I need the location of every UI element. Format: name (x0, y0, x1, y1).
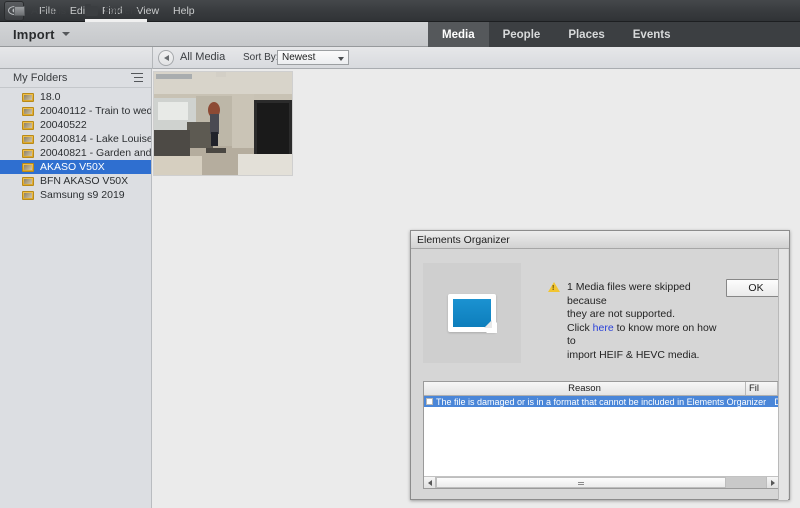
hamburger-menu-icon[interactable] (131, 73, 143, 82)
sub-toolbar (0, 47, 800, 69)
elements-organizer-dialog: Elements Organizer 1 Media files were sk… (410, 230, 790, 500)
folder-icon (22, 177, 34, 186)
folder-item[interactable]: Samsung s9 2019 (0, 188, 151, 202)
ok-button[interactable]: OK (726, 279, 786, 297)
media-placeholder-icon (448, 294, 496, 332)
tab-people[interactable]: People (489, 22, 555, 47)
folder-item-label: 20040814 - Lake Louise Mic... (40, 133, 151, 145)
chevron-left-icon (164, 55, 169, 61)
folder-icon (22, 163, 34, 172)
back-button[interactable] (158, 50, 174, 66)
scrollbar-track[interactable] (436, 477, 766, 488)
folder-item-label: 20040522 (40, 119, 87, 131)
warning-line-3: Click here to know more on how to (567, 322, 728, 349)
row-expand-checkbox[interactable] (426, 398, 433, 405)
folder-item-label: 20040821 - Garden and yar... (40, 147, 151, 159)
tab-media[interactable]: Media (428, 22, 489, 47)
tab-places[interactable]: Places (554, 22, 618, 47)
warning-line-2: they are not supported. (567, 308, 728, 322)
folder-item-selected[interactable]: AKASO V50X (0, 160, 151, 174)
folder-item[interactable]: 20040821 - Garden and yar... (0, 146, 151, 160)
folder-item[interactable]: 20040814 - Lake Louise Mic... (0, 132, 151, 146)
skipped-files-table: Reason Fil The file is damaged or is in … (423, 381, 779, 489)
folder-icon (22, 107, 34, 116)
breadcrumb: All Media (180, 51, 225, 63)
dialog-title: Elements Organizer (417, 234, 510, 246)
warning-triangle-icon (548, 282, 560, 292)
arrow-right-icon[interactable] (766, 477, 778, 488)
chevron-down-icon (338, 57, 344, 61)
import-button-label[interactable]: Import (13, 27, 55, 42)
folder-icon (22, 135, 34, 144)
table-horizontal-scrollbar[interactable] (424, 476, 778, 488)
folder-icon (22, 121, 34, 130)
folder-item[interactable]: 20040522 (0, 118, 151, 132)
dialog-vertical-scrollbar[interactable] (778, 249, 788, 500)
albums-icon (14, 6, 25, 16)
folders-sidebar: My Folders 18.0 20040112 - Train to wedd… (0, 69, 152, 508)
elements-organizer-window: File Edit Find View Help Import Media Pe… (0, 0, 800, 508)
tab-events[interactable]: Events (619, 22, 685, 47)
folder-icon (85, 6, 98, 16)
chevron-down-icon[interactable] (62, 32, 70, 36)
folder-item-label: 20040112 - Train to wedding (40, 105, 151, 117)
scrollbar-track-after[interactable] (726, 477, 766, 488)
toolbar-divider (152, 47, 153, 69)
table-row[interactable]: The file is damaged or is in a format th… (424, 396, 778, 407)
folder-item-label: AKASO V50X (40, 161, 105, 173)
warning-message-block: 1 Media files were skipped because they … (548, 281, 728, 362)
folder-tree: 18.0 20040112 - Train to wedding 2004052… (0, 90, 151, 202)
column-header-file[interactable]: Fil (746, 382, 778, 395)
table-header-row: Reason Fil (424, 382, 778, 396)
warning-line-4: import HEIF & HEVC media. (567, 349, 728, 363)
folder-item-label: Samsung s9 2019 (40, 189, 125, 201)
dialog-body: 1 Media files were skipped because they … (411, 249, 789, 500)
menu-help[interactable]: Help (166, 0, 202, 22)
folder-icon (22, 93, 34, 102)
albums-tab-label: Albums (31, 5, 66, 17)
my-folders-header: My Folders (0, 69, 151, 88)
sidebar-tab-albums[interactable]: Albums (14, 0, 66, 22)
arrow-left-icon[interactable] (424, 477, 436, 488)
table-body: The file is damaged or is in a format th… (424, 396, 778, 476)
folder-icon (22, 191, 34, 200)
column-header-reason[interactable]: Reason (424, 382, 746, 395)
warning-line-3-prefix: Click (567, 322, 593, 334)
my-folders-title: My Folders (13, 72, 67, 84)
media-placeholder-panel (423, 263, 521, 363)
sort-by-label: Sort By: (243, 52, 279, 63)
warning-line-1: 1 Media files were skipped because (567, 281, 728, 308)
sort-by-value: Newest (278, 52, 315, 63)
scrollbar-thumb[interactable] (436, 477, 726, 488)
row-reason-cell: The file is damaged or is in a format th… (435, 397, 766, 407)
media-thumbnail[interactable] (153, 71, 293, 176)
folder-icon (22, 149, 34, 158)
dialog-title-bar: Elements Organizer (411, 231, 789, 249)
folder-item[interactable]: 20040112 - Train to wedding (0, 104, 151, 118)
folder-item[interactable]: 18.0 (0, 90, 151, 104)
learn-more-link[interactable]: here (593, 322, 614, 334)
folder-item-label: BFN AKASO V50X (40, 175, 128, 187)
sort-by-select[interactable]: Newest (277, 50, 349, 65)
folder-item-label: 18.0 (40, 91, 60, 103)
folder-item[interactable]: BFN AKASO V50X (0, 174, 151, 188)
folders-tab-indicator (85, 19, 147, 22)
main-tab-strip: Media People Places Events (428, 22, 800, 47)
folders-tab-label: Folders (104, 5, 139, 17)
